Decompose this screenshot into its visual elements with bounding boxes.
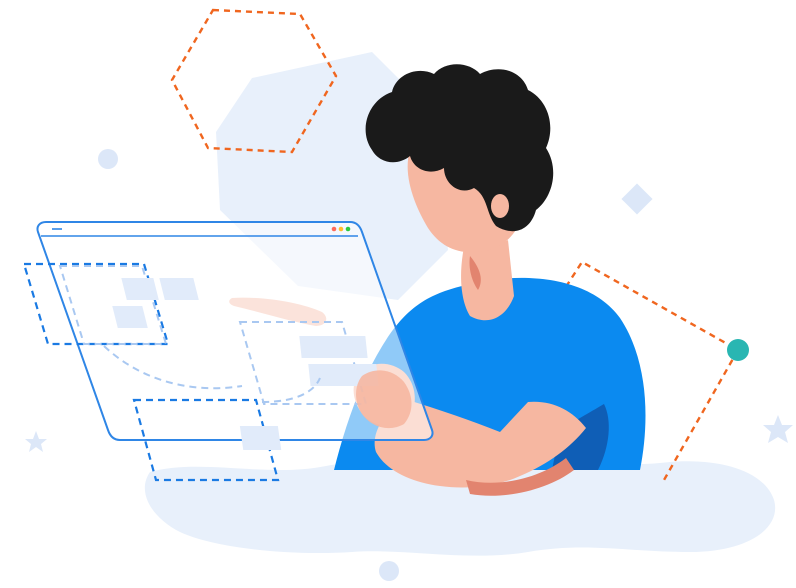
- window-max-dot: [345, 226, 351, 232]
- star-icon: [25, 431, 47, 452]
- window-min-dot: [338, 226, 344, 232]
- wireframe-tile: [159, 278, 199, 300]
- star-icon: [763, 415, 793, 443]
- teal-node-icon: [727, 339, 749, 361]
- dot-icon: [379, 561, 399, 581]
- illustration-scene: [22, 8, 793, 581]
- wireframe-tile: [112, 306, 148, 328]
- ear: [491, 194, 509, 218]
- window-close-dot: [331, 226, 337, 232]
- wireframe-tile: [299, 336, 368, 358]
- wireframe-tile: [121, 278, 159, 300]
- wireframe-tile: [239, 426, 282, 450]
- diamond-icon: [621, 183, 653, 215]
- dot-icon: [98, 149, 118, 169]
